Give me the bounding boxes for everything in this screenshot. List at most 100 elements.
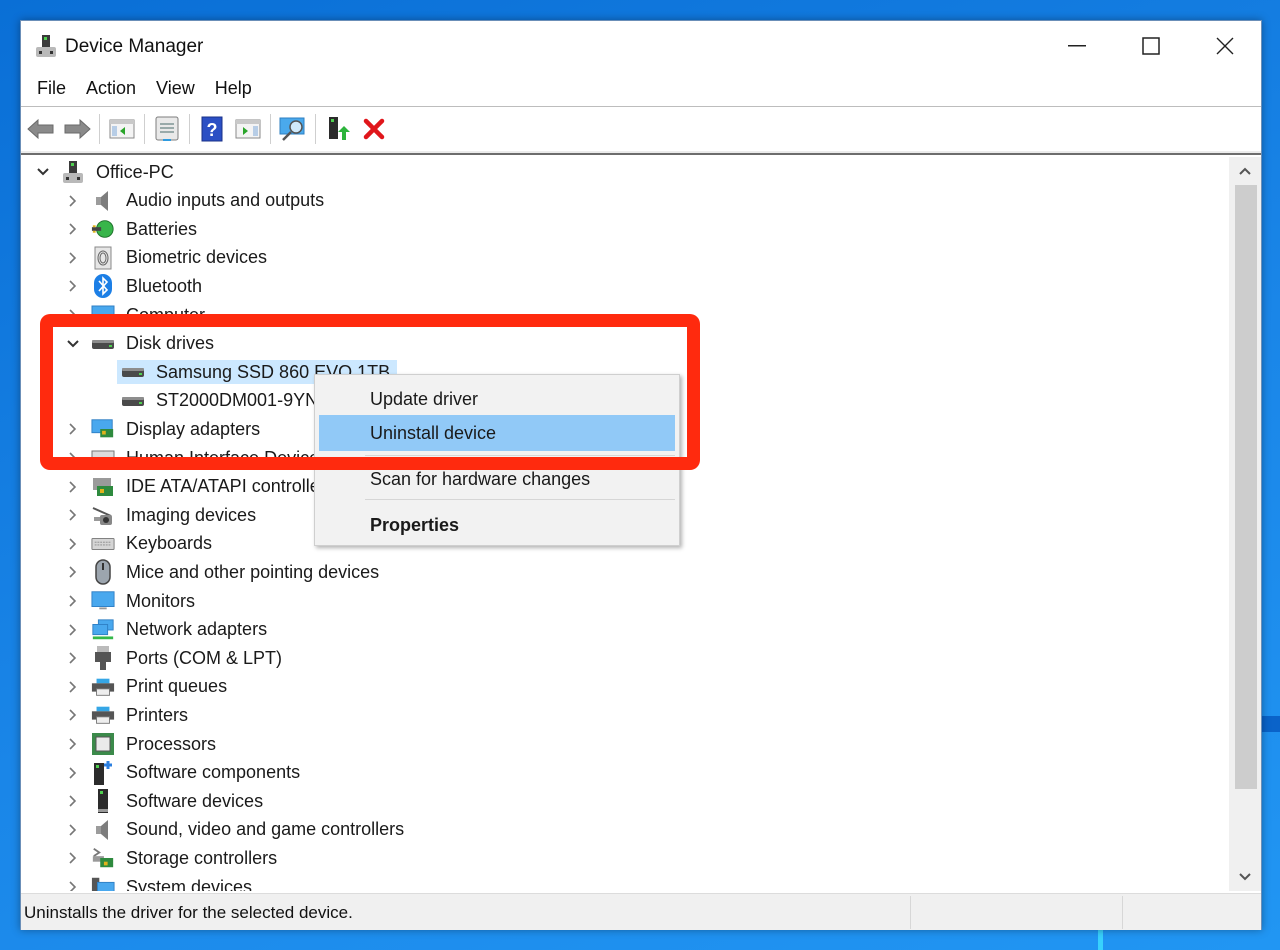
chevron-right-icon[interactable]: [65, 879, 81, 891]
tree-node-batteries[interactable]: Batteries: [65, 215, 200, 243]
tree-node-label: Sound, video and game controllers: [126, 819, 405, 840]
chevron-right-icon[interactable]: [65, 536, 81, 552]
context-menu-properties[interactable]: Properties: [319, 507, 675, 543]
forward-button[interactable]: [61, 112, 93, 146]
computer-icon: [91, 303, 115, 327]
tree-node-disk-drives[interactable]: Disk drives: [65, 330, 217, 358]
context-menu-update-driver[interactable]: Update driver: [319, 381, 675, 417]
properties-button[interactable]: [151, 112, 183, 146]
chevron-right-icon[interactable]: [65, 622, 81, 638]
chevron-right-icon[interactable]: [65, 765, 81, 781]
menu-help[interactable]: Help: [207, 75, 260, 105]
tree-node-computer[interactable]: Computer: [65, 301, 208, 329]
menu-action[interactable]: Action: [78, 75, 144, 105]
tree-node-printers[interactable]: Printers: [65, 701, 191, 729]
tree-node-label: Display adapters: [126, 418, 261, 439]
chevron-right-icon[interactable]: [65, 793, 81, 809]
desktop-decoration: [1262, 716, 1280, 732]
chevron-right-icon[interactable]: [65, 221, 81, 237]
chevron-right-icon[interactable]: [65, 507, 81, 523]
chevron-right-icon[interactable]: [65, 450, 81, 466]
help-button[interactable]: ?: [196, 112, 228, 146]
tree-node-mice-and-other-pointing-devices[interactable]: Mice and other pointing devices: [65, 558, 382, 586]
chevron-down-icon: [1239, 873, 1251, 881]
scroll-down-button[interactable]: [1229, 863, 1261, 891]
tree-node-software-devices[interactable]: Software devices: [65, 787, 266, 815]
menu-file[interactable]: File: [29, 75, 74, 105]
tree-node-label: Disk drives: [126, 333, 215, 354]
tree-node-label: Audio inputs and outputs: [126, 190, 325, 211]
back-arrow-icon: [27, 118, 54, 140]
tree-node-label: Keyboards: [126, 533, 213, 554]
chevron-down-icon[interactable]: [65, 336, 81, 352]
chevron-right-icon[interactable]: [65, 250, 81, 266]
show-hide-action-pane-button[interactable]: [232, 112, 264, 146]
port-icon: [91, 646, 115, 671]
storage-controller-icon: [91, 846, 115, 870]
bluetooth-icon: [91, 274, 115, 299]
chevron-right-icon[interactable]: [65, 736, 81, 752]
uninstall-device-button[interactable]: [358, 112, 390, 146]
tree-node-monitors[interactable]: Monitors: [65, 587, 198, 615]
fingerprint-icon: [91, 246, 115, 270]
tree-root-office-pc[interactable]: Office-PC: [35, 158, 177, 186]
show-hide-console-tree-button[interactable]: [106, 112, 138, 146]
scroll-up-button[interactable]: [1229, 157, 1261, 185]
status-divider: [910, 896, 911, 929]
back-button[interactable]: [25, 112, 57, 146]
tree-node-display-adapters[interactable]: Display adapters: [65, 415, 263, 443]
device-manager-app-icon: [35, 34, 57, 58]
chevron-right-icon[interactable]: [65, 593, 81, 609]
chevron-down-icon[interactable]: [35, 164, 51, 180]
scrollbar-thumb[interactable]: [1235, 185, 1257, 789]
chevron-right-icon[interactable]: [65, 307, 81, 323]
context-menu: Update driver Uninstall device Scan for …: [314, 374, 680, 546]
tree-node-storage-controllers[interactable]: Storage controllers: [65, 844, 280, 872]
vertical-scrollbar[interactable]: [1229, 157, 1261, 891]
chevron-right-icon[interactable]: [65, 850, 81, 866]
menu-bar: File Action View Help: [21, 75, 1261, 105]
tree-node-bluetooth[interactable]: Bluetooth: [65, 272, 205, 300]
tree-node-ports-com-lpt[interactable]: Ports (COM & LPT): [65, 644, 285, 672]
tree-node-label: Monitors: [126, 590, 196, 611]
update-driver-button[interactable]: [322, 112, 354, 146]
maximize-button[interactable]: [1114, 21, 1188, 71]
chevron-right-icon[interactable]: [65, 193, 81, 209]
tree-node-imaging-devices[interactable]: Imaging devices: [65, 501, 259, 529]
chevron-right-icon[interactable]: [65, 650, 81, 666]
scan-hardware-icon: [279, 117, 305, 141]
tree-node-print-queues[interactable]: Print queues: [65, 673, 230, 701]
close-button[interactable]: [1188, 21, 1262, 71]
context-menu-scan-hardware[interactable]: Scan for hardware changes: [319, 461, 675, 497]
tree-node-biometric-devices[interactable]: Biometric devices: [65, 244, 270, 272]
chevron-right-icon[interactable]: [65, 707, 81, 723]
chevron-right-icon[interactable]: [65, 679, 81, 695]
speaker-icon: [91, 189, 115, 213]
tree-node-keyboards[interactable]: Keyboards: [65, 530, 215, 558]
printer-icon: [91, 703, 115, 727]
toolbar-border: [21, 151, 1261, 155]
menu-view[interactable]: View: [148, 75, 203, 105]
chevron-right-icon[interactable]: [65, 564, 81, 580]
chevron-right-icon[interactable]: [65, 479, 81, 495]
minimize-button[interactable]: [1040, 21, 1114, 71]
toolbar-separator: [315, 114, 316, 144]
tree-node-software-components[interactable]: Software components: [65, 759, 303, 787]
tree-node-network-adapters[interactable]: Network adapters: [65, 616, 270, 644]
tree-node-audio-inputs-and-outputs[interactable]: Audio inputs and outputs: [65, 187, 327, 215]
computer-root-icon: [61, 160, 85, 184]
tree-node-sound-video-and-game-controllers[interactable]: Sound, video and game controllers: [65, 816, 407, 844]
context-menu-uninstall-device[interactable]: Uninstall device: [319, 415, 675, 451]
chevron-right-icon[interactable]: [65, 278, 81, 294]
tree-node-processors[interactable]: Processors: [65, 730, 219, 758]
software-component-icon: [91, 760, 115, 785]
tree-node-ide-ata-atapi-controllers[interactable]: IDE ATA/ATAPI controllers: [65, 473, 338, 501]
disk-drive-icon: [91, 332, 115, 356]
chevron-right-icon[interactable]: [65, 421, 81, 437]
chevron-right-icon[interactable]: [65, 822, 81, 838]
tree-node-system-devices[interactable]: System devices: [65, 873, 255, 891]
keyboard-icon: [91, 532, 115, 556]
status-bar: Uninstalls the driver for the selected d…: [21, 893, 1261, 930]
tree-node-human-interface-devices[interactable]: Human Interface Devices: [65, 444, 331, 472]
scan-hardware-button[interactable]: [277, 112, 309, 146]
